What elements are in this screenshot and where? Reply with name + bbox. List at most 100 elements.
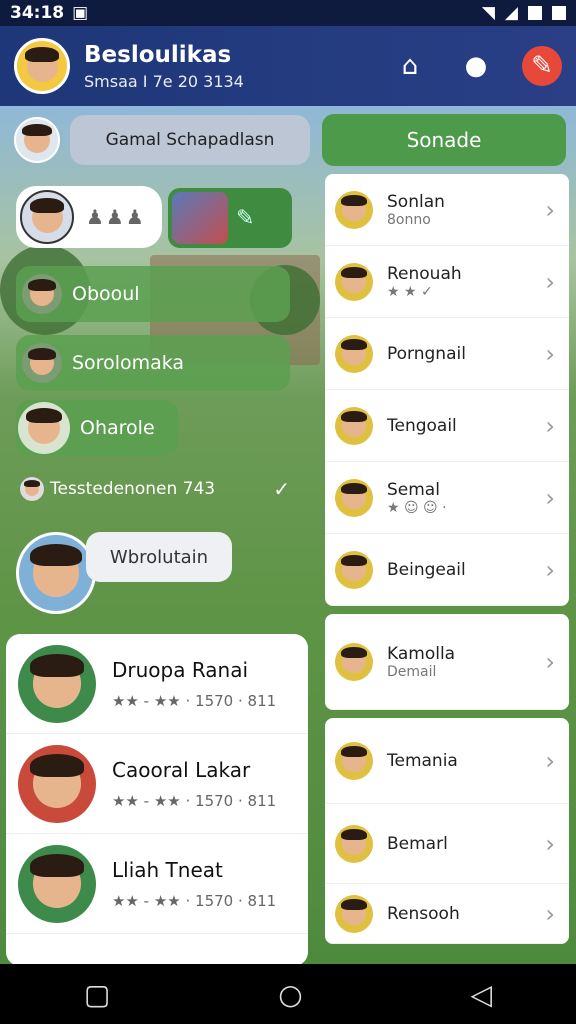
right-list-panel: Sonlan 8onno › Renouah ★ ★ ✓ › Porngnail… <box>325 174 569 964</box>
system-nav-bar: ▢ ○ ◁ <box>0 964 576 1024</box>
chat-pill-label: Obooul <box>72 283 140 305</box>
chevron-right-icon: › <box>545 411 555 440</box>
item-name: Kamolla <box>387 643 456 664</box>
contact-meta: ★★ - ★★ · 1570 · 811 <box>112 691 277 710</box>
contact-avatar <box>18 644 96 723</box>
user-avatar[interactable] <box>14 117 60 163</box>
item-avatar <box>335 741 373 780</box>
contact-meta: ★★ - ★★ · 1570 · 811 <box>112 891 277 910</box>
meta-row: Tesstedenonen 743 ✓ <box>20 476 290 502</box>
list-item[interactable]: Lliah Tneat ★★ - ★★ · 1570 · 811 <box>6 834 308 934</box>
meta-avatar <box>20 477 44 501</box>
list-item[interactable]: Kamolla Demail › <box>325 614 569 710</box>
contact-avatar <box>18 744 96 823</box>
edit-icon[interactable]: ✎ <box>522 46 562 86</box>
profile-avatar[interactable] <box>14 38 70 94</box>
story-card[interactable]: ♟♟♟ <box>16 186 162 248</box>
contact-name: Caooral Lakar <box>112 757 251 782</box>
contact-info: Caooral Lakar ★★ - ★★ · 1570 · 811 <box>112 758 276 810</box>
check-icon: ✓ <box>273 477 290 501</box>
message-row[interactable]: Wbrolutain <box>16 530 236 618</box>
status-time: 34:18 <box>10 3 65 23</box>
list-group: Temania › Bemarl › Rensooh › <box>325 718 569 944</box>
image-icon: ▣ <box>72 3 89 23</box>
message-bubble: Wbrolutain <box>86 532 232 582</box>
app-subtitle: Smsaa I 7e 20 3134 <box>84 71 244 91</box>
item-status: 8onno <box>387 211 431 228</box>
item-avatar <box>335 894 373 933</box>
item-avatar <box>335 824 373 863</box>
chat-icon[interactable]: ● <box>456 46 496 86</box>
list-item[interactable]: Temania › <box>325 718 569 804</box>
pill-avatar <box>22 274 62 314</box>
bell-icon[interactable]: ⌂ <box>390 46 430 86</box>
list-item[interactable]: Caooral Lakar ★★ - ★★ · 1570 · 811 <box>6 734 308 834</box>
status-bar: 34:18 ▣ ◥ ◢ <box>0 0 576 26</box>
item-avatar <box>335 334 373 373</box>
battery-icon <box>552 6 566 20</box>
photo-card[interactable]: ✎ <box>168 188 292 248</box>
item-avatar <box>335 642 373 681</box>
photo-thumbnail <box>172 192 228 244</box>
chevron-right-icon: › <box>545 483 555 512</box>
chat-pill[interactable]: Sorolomaka <box>16 335 290 391</box>
chevron-right-icon: › <box>545 746 555 775</box>
list-item[interactable]: Semal ★ ☺ ☺ · › <box>325 462 569 534</box>
list-item[interactable]: Beingeail › <box>325 534 569 606</box>
item-avatar <box>335 262 373 301</box>
header-actions: ⌂ ● ✎ <box>390 46 562 86</box>
item-avatar <box>335 406 373 445</box>
search-bar[interactable]: Gamal Schapadlasn <box>70 115 310 165</box>
chevron-right-icon: › <box>545 829 555 858</box>
item-name: Temania <box>387 750 458 771</box>
header-titles: Besloulikas Smsaa I 7e 20 3134 <box>84 42 244 91</box>
item-name: Semal <box>387 479 440 500</box>
chevron-right-icon: › <box>545 339 555 368</box>
list-item[interactable]: Rensooh › <box>325 884 569 944</box>
item-info: Temania <box>387 751 458 771</box>
contact-info: Druopa Ranai ★★ - ★★ · 1570 · 811 <box>112 658 276 710</box>
item-info: Semal ★ ☺ ☺ · <box>387 480 447 516</box>
message-avatar <box>16 532 96 614</box>
chat-pill-label: Sorolomaka <box>72 352 185 374</box>
list-item[interactable]: Porngnail › <box>325 318 569 390</box>
pencil-icon[interactable]: ✎ <box>236 206 254 231</box>
list-group: Kamolla Demail › <box>325 614 569 710</box>
item-status: Demail <box>387 663 437 680</box>
item-info: Tengoail <box>387 416 457 436</box>
chat-pill[interactable]: Oharole <box>16 400 178 456</box>
contact-avatar <box>18 844 96 923</box>
wifi-icon: ◥ <box>481 3 495 23</box>
item-info: Sonlan 8onno <box>387 192 445 228</box>
chat-pill-label: Oharole <box>80 417 155 439</box>
list-group: Sonlan 8onno › Renouah ★ ★ ✓ › Porngnail… <box>325 174 569 606</box>
chat-pill[interactable]: Obooul <box>16 266 290 322</box>
chevron-right-icon: › <box>545 195 555 224</box>
back-icon[interactable]: ◁ <box>471 978 493 1011</box>
pill-avatar <box>22 343 62 383</box>
item-info: Porngnail <box>387 344 466 364</box>
item-name: Porngnail <box>387 343 466 364</box>
item-info: Renouah ★ ★ ✓ <box>387 264 462 300</box>
contact-name: Druopa Ranai <box>112 657 249 682</box>
meta-text: Tesstedenonen 743 <box>50 479 216 499</box>
item-info: Bemarl <box>387 834 448 854</box>
item-name: Beingeail <box>387 559 466 580</box>
home-icon[interactable]: ○ <box>278 978 302 1011</box>
item-name: Tengoail <box>387 415 457 436</box>
contact-meta: ★★ - ★★ · 1570 · 811 <box>112 791 277 810</box>
list-item[interactable]: Sonlan 8onno › <box>325 174 569 246</box>
item-status: ★ ★ ✓ <box>387 283 433 300</box>
app-title: Besloulikas <box>84 41 232 68</box>
pill-avatar <box>18 402 70 454</box>
item-avatar <box>335 550 373 589</box>
list-item[interactable]: Tengoail › <box>325 390 569 462</box>
list-item[interactable]: Druopa Ranai ★★ - ★★ · 1570 · 811 <box>6 634 308 734</box>
recents-icon[interactable]: ▢ <box>84 978 110 1011</box>
item-name: Sonlan <box>387 191 445 212</box>
chevron-right-icon: › <box>545 267 555 296</box>
item-name: Bemarl <box>387 833 448 854</box>
list-item[interactable]: Renouah ★ ★ ✓ › <box>325 246 569 318</box>
sonade-button[interactable]: Sonade <box>322 114 566 166</box>
list-item[interactable]: Bemarl › <box>325 804 569 884</box>
